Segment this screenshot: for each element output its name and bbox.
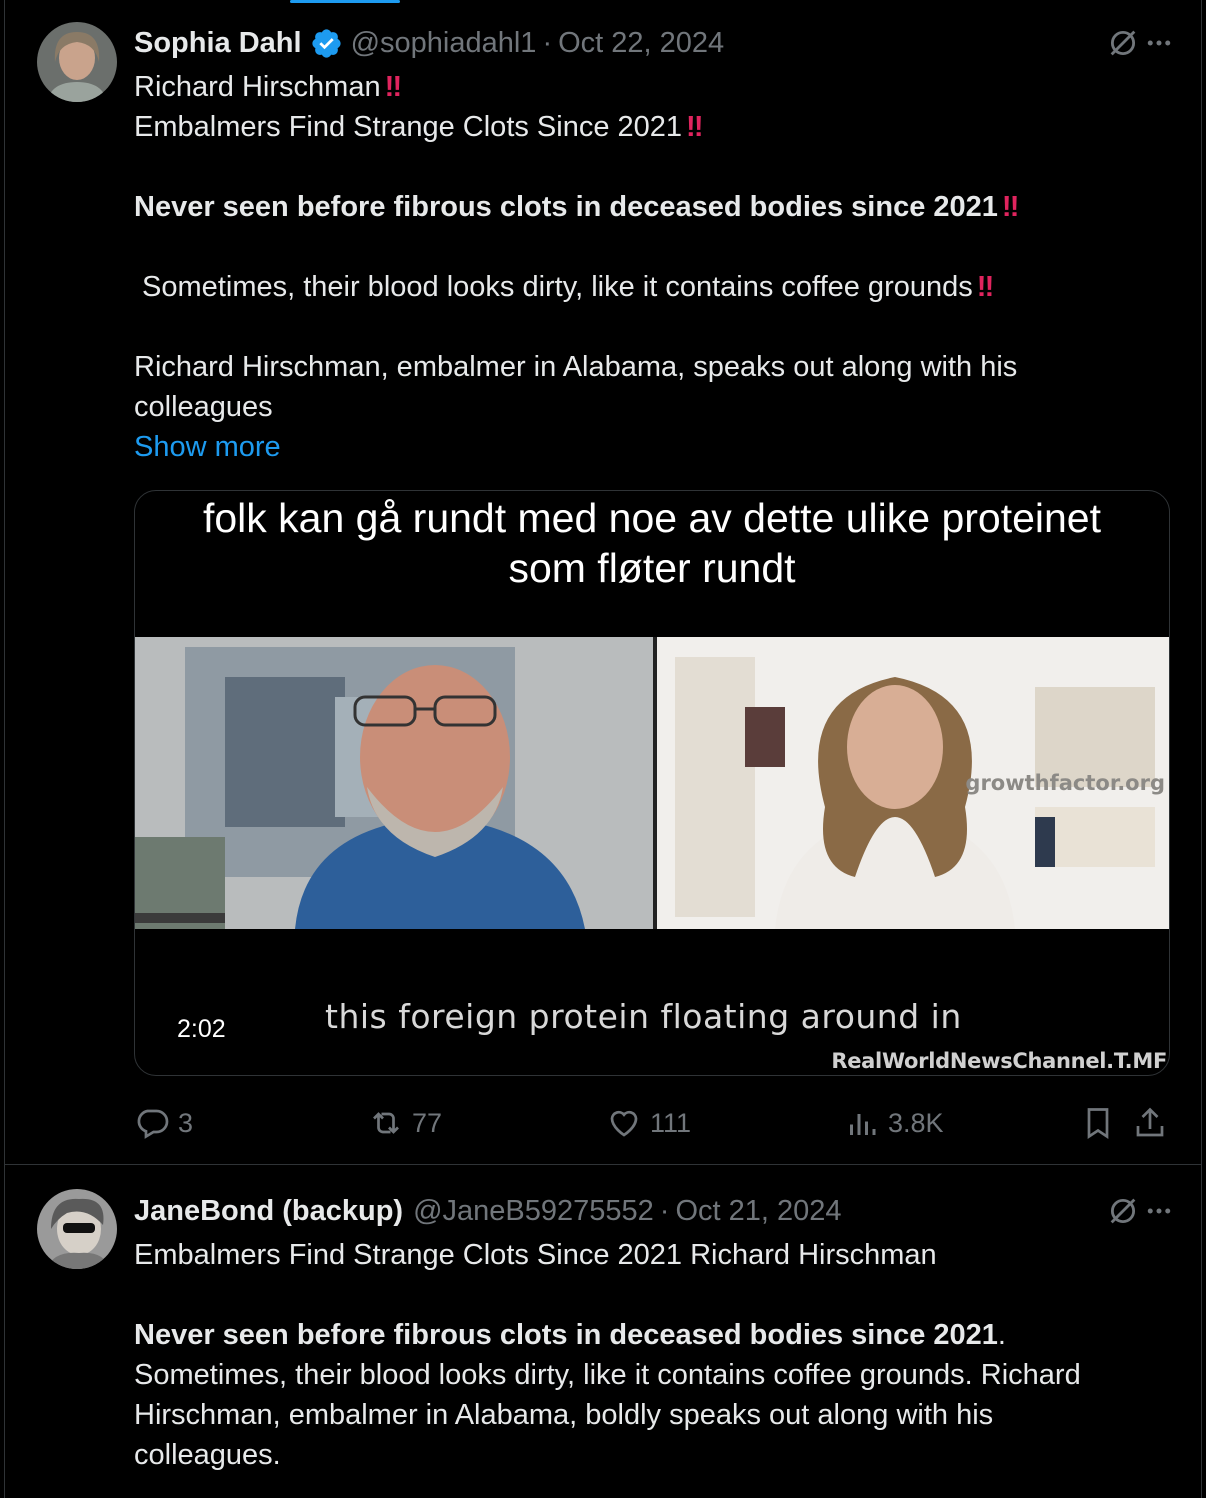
- double-exclamation-icon: ‼: [686, 111, 703, 143]
- display-name[interactable]: Sophia Dahl: [134, 23, 302, 63]
- grok-icon[interactable]: [1106, 1194, 1140, 1228]
- display-name[interactable]: JaneBond (backup): [134, 1191, 403, 1231]
- repost-icon: [373, 1112, 399, 1134]
- text-line: Embalmers Find Strange Clots Since 2021 ‼: [134, 111, 704, 143]
- tweet-top-actions: [1106, 23, 1174, 63]
- tweet-text: Richard Hirschman ‼ Embalmers Find Strang…: [134, 67, 1174, 467]
- tweet-top-actions: [1106, 1191, 1174, 1231]
- double-exclamation-icon: ‼: [384, 71, 402, 103]
- share-icon: [1136, 1107, 1164, 1137]
- bookmark-button[interactable]: [1080, 1098, 1116, 1148]
- verified-icon: [311, 28, 341, 58]
- video-duration: 2:02: [173, 1013, 230, 1046]
- like-count: 111: [650, 1107, 692, 1138]
- repost-button[interactable]: 77: [368, 1098, 442, 1148]
- show-more-link[interactable]: Show more: [134, 431, 281, 463]
- double-exclamation-icon: ‼: [1001, 191, 1019, 223]
- share-button[interactable]: [1132, 1098, 1168, 1148]
- text-line: Never seen before fibrous clots in decea…: [134, 191, 1019, 223]
- timestamp[interactable]: Oct 21, 2024: [675, 1191, 841, 1231]
- tweet[interactable]: Sophia Dahl @sophiadahl1 · Oct 22, 2024 …: [4, 0, 1202, 1165]
- timestamp[interactable]: Oct 22, 2024: [558, 23, 724, 63]
- tweet[interactable]: JaneBond (backup) @JaneB59275552 · Oct 2…: [4, 1165, 1202, 1498]
- bookmark-icon: [1087, 1108, 1109, 1140]
- avatar[interactable]: [37, 1189, 117, 1269]
- tweet-header: Sophia Dahl @sophiadahl1 · Oct 22, 2024: [134, 23, 724, 63]
- reply-icon: [137, 1109, 169, 1139]
- watermark-channel: RealWorldNewsChannel.T.MF: [831, 1049, 1167, 1073]
- reply-button[interactable]: 3: [134, 1098, 193, 1148]
- text-line: Richard Hirschman ‼: [134, 71, 402, 103]
- tweet-header: JaneBond (backup) @JaneB59275552 · Oct 2…: [134, 1191, 842, 1231]
- text-line: Hirschman, embalmer in Alabama, boldly s…: [134, 1399, 994, 1431]
- watermark-site: growthfactor.org: [965, 771, 1165, 795]
- like-icon: [610, 1110, 638, 1137]
- avatar[interactable]: [37, 22, 117, 102]
- views-count: 3.8K: [888, 1107, 944, 1138]
- tweet-text: Embalmers Find Strange Clots Since 2021 …: [134, 1235, 1174, 1475]
- views-icon: [850, 1114, 876, 1135]
- more-icon[interactable]: [1144, 28, 1174, 58]
- double-exclamation-icon: ‼: [976, 271, 994, 303]
- more-icon[interactable]: [1144, 1196, 1174, 1226]
- repost-count: 77: [412, 1107, 443, 1138]
- text-line: Sometimes, their blood looks dirty, like…: [134, 271, 994, 303]
- separator: ·: [659, 1195, 670, 1227]
- separator: ·: [542, 27, 553, 59]
- video-caption-bottom: this foreign protein floating around in: [325, 997, 962, 1036]
- reply-count: 3: [178, 1107, 194, 1138]
- text-line: Embalmers Find Strange Clots Since 2021 …: [134, 1239, 937, 1271]
- tweet-actions: 3 77 111 3.8K: [134, 1098, 1174, 1148]
- views-button[interactable]: 3.8K: [844, 1098, 944, 1148]
- text-line: Sometimes, their blood looks dirty, like…: [134, 1359, 1081, 1391]
- like-button[interactable]: 111: [606, 1098, 691, 1148]
- handle[interactable]: @JaneB59275552: [413, 1191, 654, 1231]
- grok-icon[interactable]: [1106, 26, 1140, 60]
- handle[interactable]: @sophiadahl1: [351, 23, 537, 63]
- text-line: Never seen before fibrous clots in decea…: [134, 1319, 1006, 1351]
- text-line: colleagues.: [134, 1439, 281, 1471]
- video-caption-top: folk kan gå rundt med noe av dette ulike…: [202, 495, 1102, 591]
- text-line: colleagues: [134, 391, 273, 423]
- text-line: Richard Hirschman, embalmer in Alabama, …: [134, 351, 1018, 383]
- video-player[interactable]: folk kan gå rundt med noe av dette ulike…: [134, 490, 1170, 1076]
